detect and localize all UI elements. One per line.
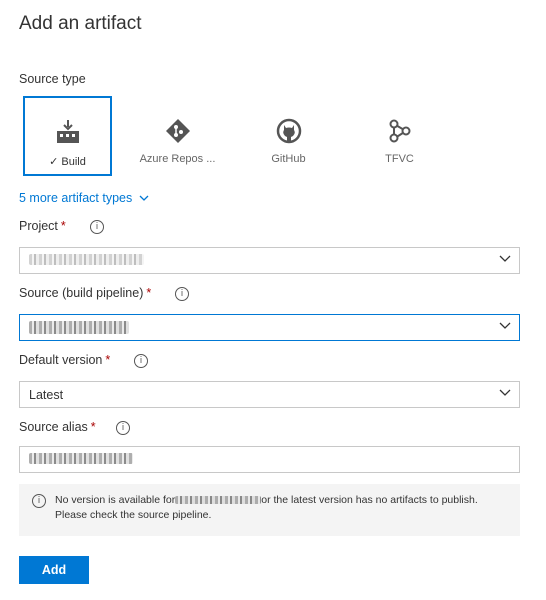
source-alias-value	[29, 453, 133, 467]
checkmark-icon: ✓	[49, 155, 59, 168]
github-icon	[276, 118, 301, 144]
source-alias-input[interactable]	[19, 446, 520, 473]
redacted-project-name	[29, 254, 144, 265]
info-icon[interactable]: i	[116, 421, 130, 435]
tfvc-icon	[389, 119, 410, 143]
add-artifact-panel: Add an artifact Source type ✓ Build Azur…	[0, 0, 546, 600]
source-pipeline-select[interactable]	[19, 314, 520, 341]
tile-azure-repos-label: Azure Repos ...	[139, 153, 216, 165]
source-alias-label: Source alias *	[19, 420, 96, 434]
default-version-value: Latest	[29, 388, 64, 402]
default-version-label: Default version *	[19, 353, 111, 367]
redacted-alias	[29, 453, 133, 464]
info-icon[interactable]: i	[175, 287, 189, 301]
tile-tfvc[interactable]: TFVC	[355, 96, 444, 176]
default-version-select[interactable]: Latest	[19, 381, 520, 408]
tile-build[interactable]: ✓ Build	[23, 96, 112, 176]
project-value	[29, 254, 144, 268]
more-artifact-types-label: 5 more artifact types	[19, 191, 133, 205]
info-icon[interactable]: i	[134, 354, 148, 368]
tile-github-label: GitHub	[271, 153, 306, 165]
redacted-pipeline-name	[29, 321, 129, 334]
chevron-down-icon	[139, 195, 149, 201]
tile-tfvc-label: TFVC	[385, 153, 414, 165]
more-artifact-types-link[interactable]: 5 more artifact types	[19, 191, 149, 205]
tile-azure-repos[interactable]: Azure Repos ...	[133, 96, 222, 176]
project-select[interactable]	[19, 247, 520, 274]
build-icon	[56, 120, 79, 143]
redacted-pipeline-ref	[175, 496, 262, 505]
chevron-down-icon	[499, 255, 511, 262]
panel-title: Add an artifact	[19, 13, 142, 34]
add-button[interactable]: Add	[19, 556, 89, 584]
project-label: Project *	[19, 219, 66, 233]
info-icon: i	[32, 494, 46, 508]
azure-repos-icon	[165, 119, 190, 143]
tile-build-label: ✓ Build	[49, 155, 86, 168]
source-type-label: Source type	[19, 72, 86, 86]
source-pipeline-value	[29, 321, 129, 337]
chevron-down-icon	[499, 322, 511, 329]
notice-text: No version is available for or the latest…	[55, 494, 478, 521]
tile-github[interactable]: GitHub	[244, 96, 333, 176]
source-label: Source (build pipeline) *	[19, 286, 152, 300]
chevron-down-icon	[499, 389, 511, 396]
no-version-notice: i No version is available for or the late…	[19, 484, 520, 536]
info-icon[interactable]: i	[90, 220, 104, 234]
